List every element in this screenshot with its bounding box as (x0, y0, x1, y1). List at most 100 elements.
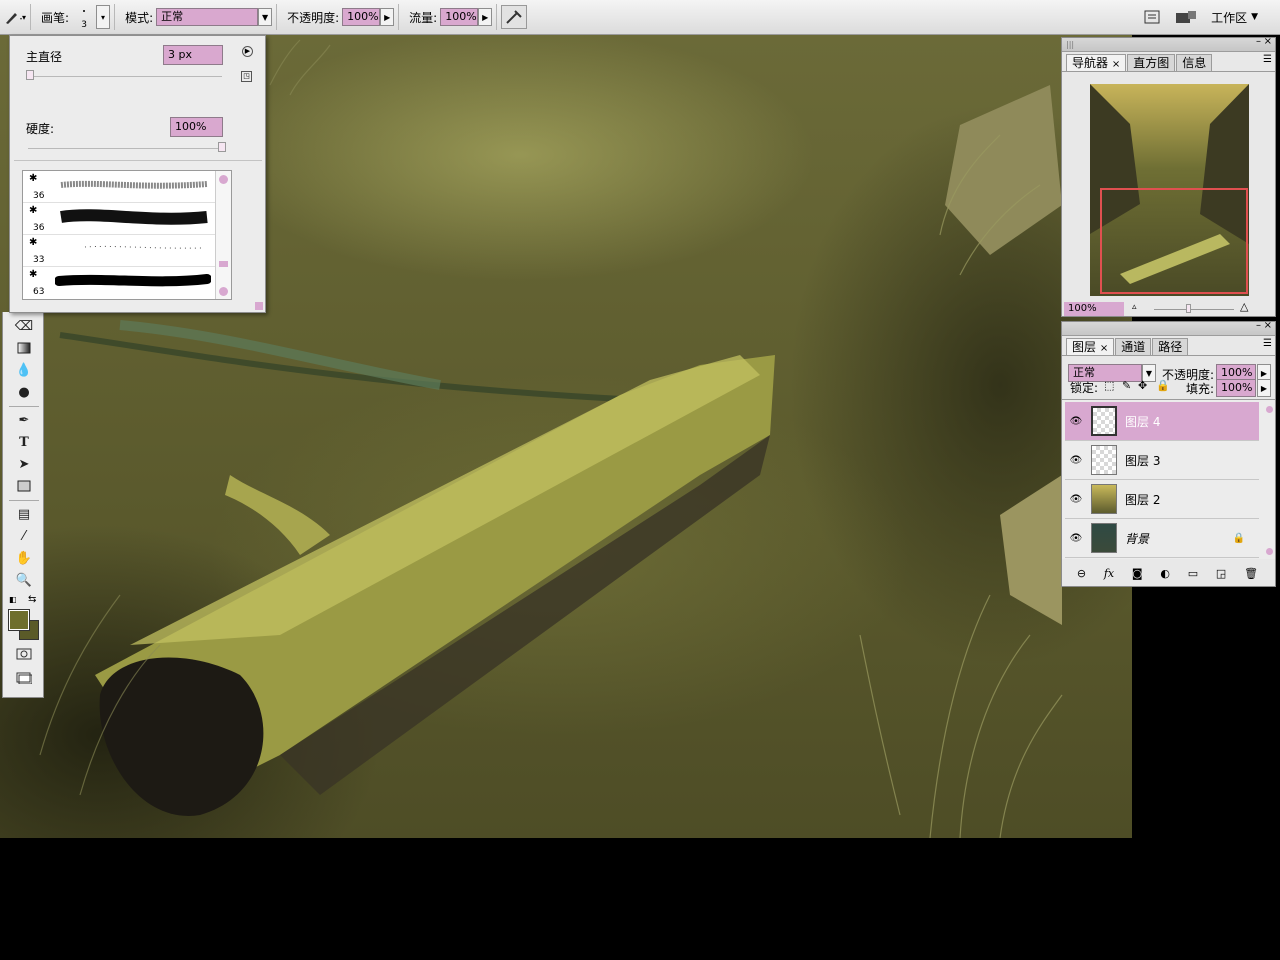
tab-navigator[interactable]: 导航器 × (1066, 54, 1127, 71)
chevron-down-icon[interactable]: ▾ (22, 13, 26, 22)
new-group-icon[interactable]: ▭ (1188, 567, 1198, 580)
link-layers-icon[interactable]: ⊖ (1077, 567, 1086, 580)
panel-title-bar[interactable]: – × (1062, 320, 1275, 336)
lock-position-icon[interactable]: ✥ (1138, 379, 1147, 392)
scroll-down-button[interactable] (219, 287, 228, 296)
bridge-button[interactable] (1173, 5, 1199, 29)
delete-layer-icon[interactable]: 🗑 (1244, 567, 1258, 580)
master-diameter-field[interactable]: 3 px (163, 45, 223, 65)
zoom-slider-thumb[interactable] (1186, 304, 1191, 313)
view-box-proxy[interactable] (1100, 188, 1248, 294)
minimize-icon[interactable]: – (1256, 320, 1261, 331)
scroll-down-button[interactable] (1266, 548, 1273, 555)
visibility-eye-icon[interactable]: 👁 (1065, 416, 1087, 427)
lock-transparent-icon[interactable]: ⬚ (1104, 379, 1114, 392)
flow-slider-button[interactable]: ▶ (478, 8, 493, 26)
type-tool[interactable]: T (13, 432, 35, 452)
blur-tool[interactable]: 💧 (13, 360, 35, 380)
hardness-slider-track[interactable] (28, 148, 222, 149)
zoom-tool[interactable]: 🔍 (13, 570, 35, 590)
tab-paths[interactable]: 路径 (1152, 338, 1189, 355)
brush-preset-item[interactable]: ✱ 36 (23, 203, 215, 235)
tab-info[interactable]: 信息 (1176, 54, 1213, 71)
notes-tool[interactable]: ▤ (13, 504, 35, 524)
fill-field[interactable]: 100% (1216, 379, 1256, 397)
layer-row[interactable]: 👁 背景 🔒 (1065, 519, 1259, 558)
zoom-slider-track[interactable] (1154, 309, 1234, 310)
eyedropper-tool[interactable]: ⁄ (13, 526, 35, 546)
foreground-color-swatch[interactable] (8, 609, 30, 631)
fill-slider-button[interactable]: ▶ (1257, 379, 1271, 397)
layer-style-icon[interactable]: fx (1104, 567, 1114, 580)
new-layer-icon[interactable]: ◲ (1216, 567, 1226, 580)
pen-tool[interactable]: ✒ (13, 410, 35, 430)
hardness-field[interactable]: 100% (170, 117, 223, 137)
presets-scrollbar[interactable] (215, 171, 231, 299)
screen-mode-button[interactable] (13, 668, 35, 688)
scroll-thumb[interactable] (219, 261, 228, 267)
layer-row[interactable]: 👁 图层 3 (1065, 441, 1259, 480)
zoom-in-icon[interactable]: △ (1240, 300, 1248, 313)
diameter-slider-track[interactable] (28, 76, 222, 77)
brush-preset-item[interactable]: ✱ 33 (23, 235, 215, 267)
close-icon[interactable]: × (1100, 343, 1108, 354)
close-icon[interactable]: × (1264, 320, 1272, 331)
navigator-zoom-field[interactable]: 100% (1064, 302, 1124, 316)
mode-dropdown-button[interactable]: ▼ (258, 8, 273, 26)
brush-presets-list[interactable]: ✱ 36 ✱ 36 ✱ 33 ✱ 63 (22, 170, 232, 300)
brush-preview[interactable]: 3 (72, 4, 96, 30)
swap-colors-button[interactable]: ⇆ (28, 594, 36, 605)
hardness-slider-thumb[interactable] (218, 142, 226, 152)
hand-tool[interactable]: ✋ (13, 548, 35, 568)
brush-preset-item[interactable]: ✱ 63 (23, 267, 215, 299)
default-colors-button[interactable]: ◧ (9, 595, 17, 604)
layer-name[interactable]: 图层 3 (1125, 452, 1160, 469)
close-icon[interactable]: × (1112, 59, 1120, 70)
opacity-slider-button[interactable]: ▶ (380, 8, 395, 26)
gradient-tool[interactable] (13, 338, 35, 358)
tab-layers[interactable]: 图层 × (1066, 338, 1115, 355)
palette-well-button[interactable] (1139, 5, 1165, 29)
scroll-up-button[interactable] (1266, 406, 1273, 413)
tab-histogram[interactable]: 直方图 (1127, 54, 1176, 71)
shape-tool[interactable] (13, 476, 35, 496)
layer-row[interactable]: 👁 图层 4 (1065, 402, 1259, 441)
flow-field[interactable]: 100% (440, 8, 479, 26)
layer-mask-icon[interactable]: ◙ (1132, 567, 1143, 580)
brush-preset-item[interactable]: ✱ 36 (23, 171, 215, 203)
adjustment-layer-icon[interactable]: ◐ (1160, 567, 1170, 580)
visibility-eye-icon[interactable]: 👁 (1065, 494, 1087, 505)
layer-name[interactable]: 图层 2 (1125, 491, 1160, 508)
brush-tip-icon: ✱ (29, 269, 38, 280)
diameter-slider-thumb[interactable] (25, 70, 34, 80)
visibility-eye-icon[interactable]: 👁 (1065, 533, 1087, 544)
popup-menu-button[interactable]: ▶ (242, 46, 253, 57)
eraser-tool[interactable]: ⌫ (13, 316, 35, 336)
minimize-icon[interactable]: – (1256, 36, 1261, 47)
quick-mask-button[interactable] (13, 644, 35, 664)
panel-menu-icon[interactable]: ☰ (1263, 54, 1272, 65)
lock-all-icon[interactable]: 🔒 (1156, 379, 1170, 392)
brush-picker-dropdown-button[interactable]: ▾ (96, 5, 111, 29)
scroll-up-button[interactable] (219, 175, 228, 184)
mode-select[interactable]: 正常 ▼ (156, 8, 273, 26)
save-preset-button[interactable]: ◳ (241, 71, 252, 82)
path-selection-tool[interactable]: ➤ (13, 454, 35, 474)
dodge-tool[interactable]: ● (13, 382, 35, 402)
resize-grip[interactable] (255, 302, 263, 310)
layer-row[interactable]: 👁 图层 2 (1065, 480, 1259, 519)
tab-channels[interactable]: 通道 (1115, 338, 1152, 355)
opacity-field[interactable]: 100% (342, 8, 381, 26)
panel-menu-icon[interactable]: ☰ (1263, 338, 1272, 349)
airbrush-toggle[interactable] (501, 5, 528, 29)
close-icon[interactable]: × (1264, 36, 1272, 47)
visibility-eye-icon[interactable]: 👁 (1065, 455, 1087, 466)
panel-title-bar[interactable]: ||| – × (1062, 36, 1275, 52)
layer-name[interactable]: 背景 (1125, 530, 1149, 547)
zoom-out-icon[interactable]: ▵ (1132, 302, 1137, 312)
layers-list[interactable]: 👁 图层 4 👁 图层 3 👁 图层 2 👁 背景 🔒 (1062, 399, 1275, 559)
lock-image-icon[interactable]: ✎ (1122, 379, 1131, 392)
layer-name[interactable]: 图层 4 (1125, 413, 1160, 430)
navigator-thumbnail[interactable] (1090, 84, 1249, 296)
workspace-menu[interactable]: 工作区 ▼ (1211, 9, 1258, 26)
